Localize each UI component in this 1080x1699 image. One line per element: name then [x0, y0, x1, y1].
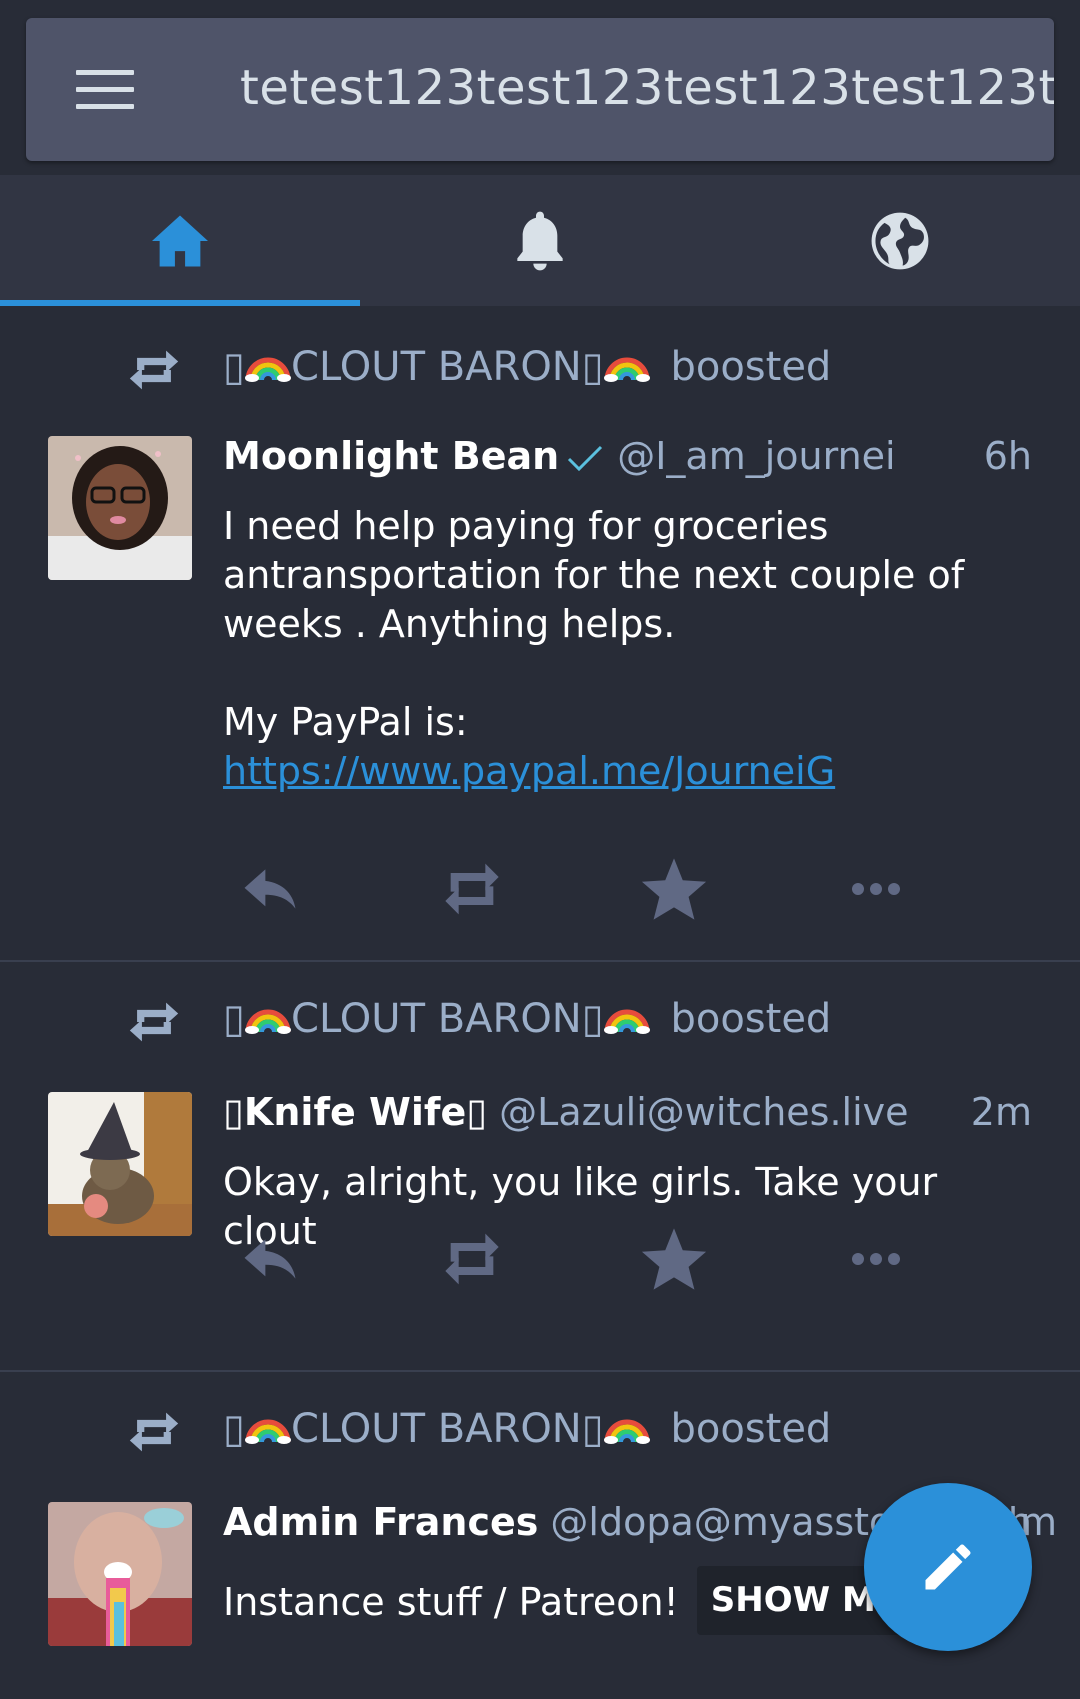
more-button[interactable] [836, 1219, 916, 1299]
content-paragraph: I need help paying for groceries antrans… [223, 504, 965, 646]
tab-home[interactable] [0, 175, 360, 306]
tab-notifications[interactable] [360, 175, 720, 306]
reply-button[interactable] [230, 1219, 310, 1299]
account-handle[interactable]: @Lazuli@witches.live [499, 1090, 908, 1134]
display-name[interactable]: Moonlight Bean [223, 434, 559, 478]
pencil-icon [925, 1544, 971, 1590]
boost-label: boosted [670, 344, 832, 390]
tab-bar [0, 175, 1080, 306]
verified-check-icon [568, 445, 603, 472]
rainbow-emoji-icon [245, 1009, 292, 1034]
favourite-button[interactable] [634, 1219, 714, 1299]
boost-text: ▯ CLOUT BARON▯ boosted [223, 344, 831, 390]
display-name[interactable]: ▯Knife Wife▯ [223, 1090, 487, 1134]
boost-header: ▯ CLOUT BARON▯ boosted [0, 994, 1080, 1054]
bell-icon [517, 211, 563, 270]
globe-icon [871, 212, 929, 269]
display-name-text: Knife Wife [243, 1090, 467, 1134]
boost-button[interactable] [432, 849, 512, 929]
boost-header: ▯ CLOUT BARON▯ boosted [0, 342, 1080, 402]
emoji-placeholder: ▯ [223, 1090, 244, 1134]
emoji-placeholder: ▯ [223, 344, 246, 390]
boost-label: boosted [670, 996, 832, 1042]
content-text: Instance stuff / Patreon! [223, 1580, 679, 1624]
more-button[interactable] [836, 849, 916, 929]
reply-icon [244, 869, 296, 909]
content-paragraph: My PayPal is: https://www.paypal.me/Jour… [223, 698, 1023, 796]
account-handle[interactable]: @I_am_journei [617, 434, 895, 478]
favourite-icon [641, 858, 707, 920]
home-icon [152, 215, 208, 266]
emoji-placeholder: ▯ [223, 1406, 246, 1452]
avatar[interactable] [48, 1092, 192, 1236]
more-icon [852, 883, 900, 895]
status-action-bar [0, 1219, 1080, 1299]
paypal-link[interactable]: https://www.paypal.me/JourneiG [223, 749, 835, 793]
boost-indicator-icon [129, 1002, 179, 1042]
booster-name-link[interactable]: CLOUT BARON [291, 344, 582, 390]
emoji-placeholder: ▯ [466, 1090, 488, 1134]
avatar-image [48, 436, 192, 580]
status-header: ▯Knife Wife▯ @Lazuli@witches.live [223, 1090, 909, 1134]
avatar-image [48, 1092, 192, 1236]
boost-button[interactable] [432, 1219, 512, 1299]
rainbow-emoji-icon [245, 1419, 292, 1444]
status-time[interactable]: 2m [971, 1090, 1032, 1134]
avatar[interactable] [48, 1502, 192, 1646]
rainbow-emoji-icon [245, 357, 292, 382]
emoji-placeholder: ▯ [581, 344, 604, 390]
display-name[interactable]: Admin Frances [223, 1500, 538, 1544]
emoji-placeholder: ▯ [581, 1406, 604, 1452]
content-text: My PayPal is: [223, 700, 468, 744]
emoji-placeholder: ▯ [581, 996, 604, 1042]
boost-text: ▯ CLOUT BARON▯ boosted [223, 996, 831, 1042]
emoji-placeholder: ▯ [223, 996, 246, 1042]
search-bar: tetest123test123test123test123test123tes… [26, 18, 1054, 161]
status-card[interactable]: ▯ CLOUT BARON▯ boosted ▯Knife Wife▯ @Lazul… [0, 962, 1080, 1372]
boost-icon [445, 863, 499, 915]
favourite-icon [641, 1228, 707, 1290]
status-action-bar [0, 849, 1080, 929]
hamburger-menu-icon[interactable] [76, 60, 136, 120]
reply-icon [244, 1239, 296, 1279]
status-header: Moonlight Bean @I_am_journei [223, 434, 896, 478]
boost-text: ▯ CLOUT BARON▯ boosted [223, 1406, 831, 1452]
status-content: I need help paying for groceries antrans… [223, 502, 1023, 796]
favourite-button[interactable] [634, 849, 714, 929]
boost-label: boosted [670, 1406, 832, 1452]
more-icon [852, 1253, 900, 1265]
tab-federated[interactable] [720, 175, 1080, 306]
avatar[interactable] [48, 436, 192, 580]
rainbow-emoji-icon [603, 1419, 650, 1444]
status-card[interactable]: ▯ CLOUT BARON▯ boosted Moonlight Bean @I_a… [0, 306, 1080, 962]
reply-button[interactable] [230, 849, 310, 929]
booster-name-link[interactable]: CLOUT BARON [291, 1406, 582, 1452]
search-input[interactable]: tetest123test123test123test123test123tes… [240, 60, 1054, 116]
status-time[interactable]: 6h [984, 434, 1032, 478]
rainbow-emoji-icon [603, 357, 650, 382]
booster-name-link[interactable]: CLOUT BARON [291, 996, 582, 1042]
avatar-image [48, 1502, 192, 1646]
boost-indicator-icon [129, 350, 179, 390]
boost-indicator-icon [129, 1412, 179, 1452]
boost-header: ▯ CLOUT BARON▯ boosted [0, 1404, 1080, 1464]
compose-button[interactable] [864, 1483, 1032, 1651]
rainbow-emoji-icon [603, 1009, 650, 1034]
boost-icon [445, 1233, 499, 1285]
